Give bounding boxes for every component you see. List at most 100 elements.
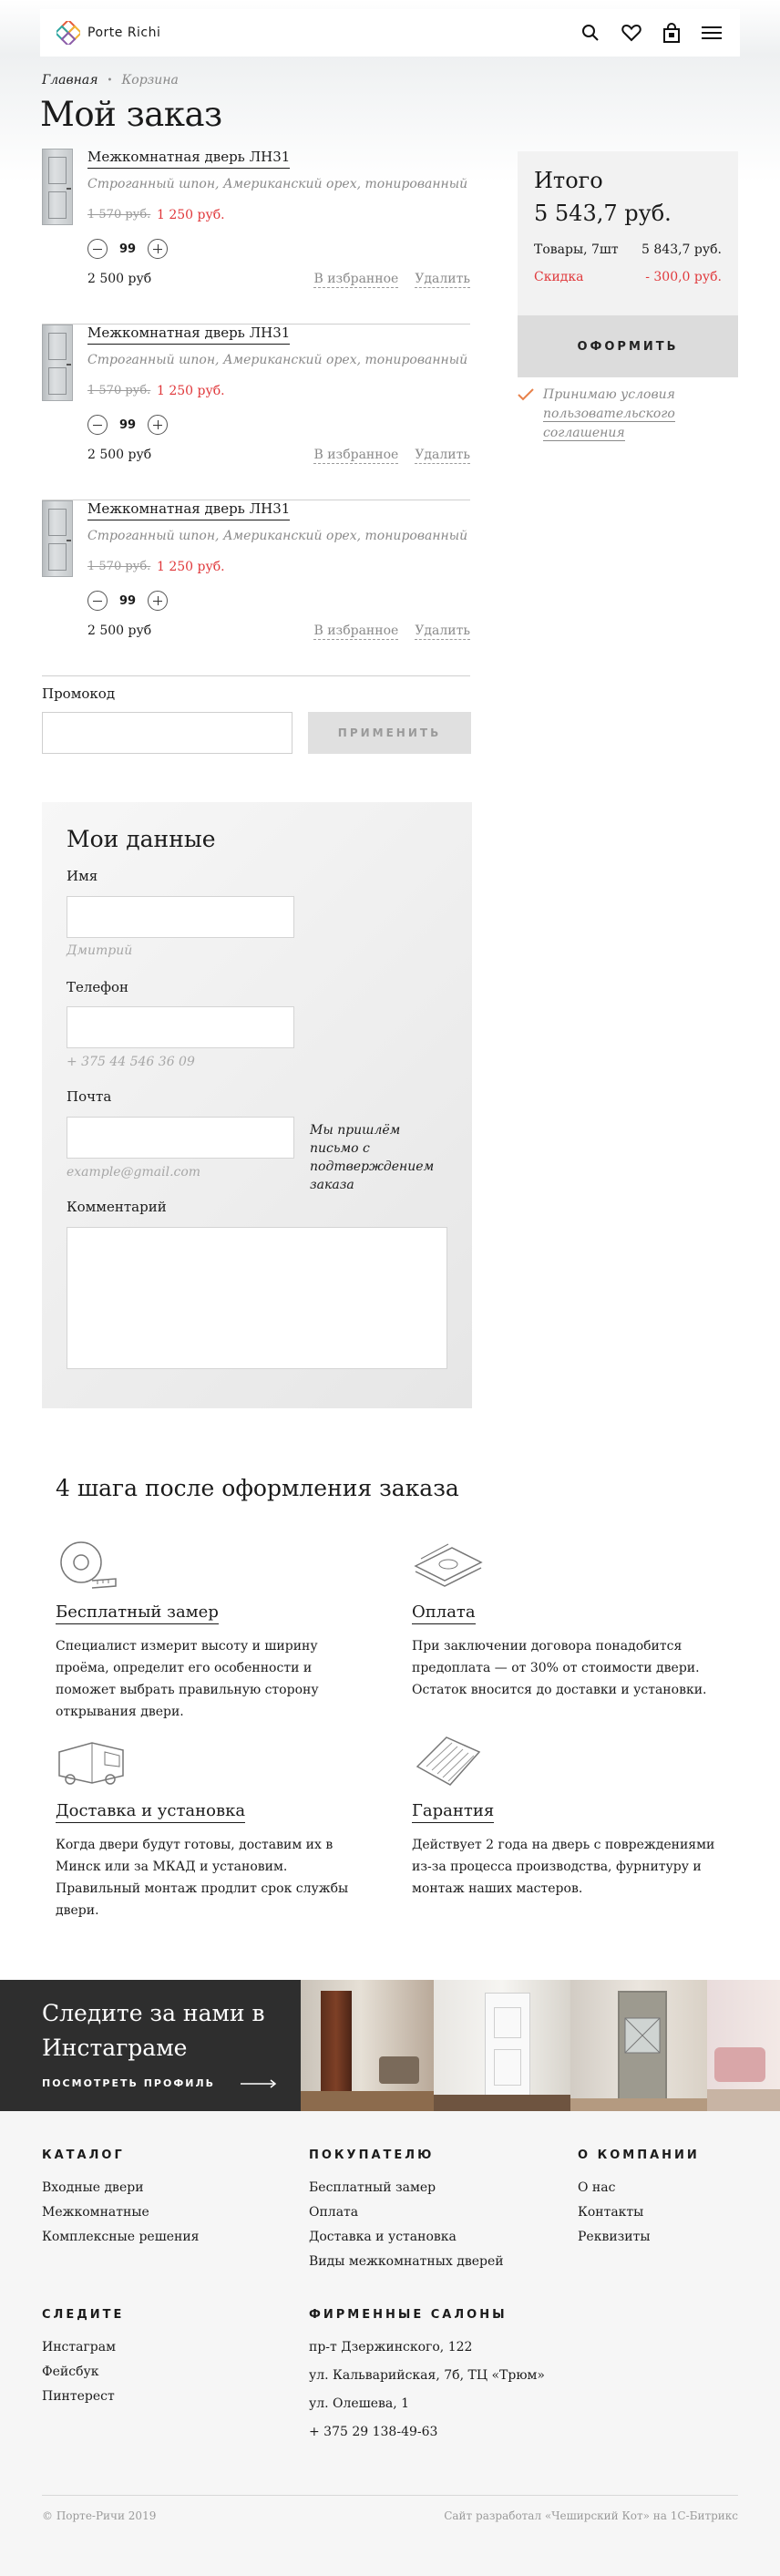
page-title: Мой заказ xyxy=(40,95,222,134)
checkmark-icon[interactable] xyxy=(518,388,534,401)
instagram-title: Следите за нами в Инстаграме xyxy=(42,2000,265,2061)
instagram-photo[interactable] xyxy=(707,1980,780,2111)
step-text: Когда двери будут готовы, доставим их в … xyxy=(56,1838,349,1918)
increase-button[interactable] xyxy=(148,591,168,611)
remove-link[interactable]: Удалить xyxy=(415,272,470,288)
copyright: © Порте-Ричи 2019 xyxy=(42,2509,157,2522)
discount-value: - 300,0 руб. xyxy=(645,270,722,284)
footer-link[interactable]: Реквизиты xyxy=(578,2230,700,2254)
item-old-price: 1 570 руб. xyxy=(87,560,151,573)
instagram-photo[interactable] xyxy=(301,1980,434,2111)
email-label: Почта xyxy=(67,1088,112,1105)
footer-link[interactable]: Виды межкомнатных дверей xyxy=(309,2254,504,2279)
quantity-value[interactable]: 99 xyxy=(115,242,140,256)
footer-divider xyxy=(42,2495,738,2496)
summary-goods-row: Товары, 7шт 5 843,7 руб. xyxy=(534,242,722,257)
decrease-button[interactable] xyxy=(87,415,108,435)
name-label: Имя xyxy=(67,868,98,884)
phone-field[interactable] xyxy=(67,1006,294,1048)
door-thumbnail[interactable] xyxy=(42,500,73,577)
footer-heading: СЛЕДИТЕ xyxy=(42,2308,125,2322)
footer-link[interactable]: Контакты xyxy=(578,2205,700,2230)
comment-field[interactable] xyxy=(67,1227,447,1369)
footer-link[interactable]: Фейсбук xyxy=(42,2365,124,2389)
footer-catalog: КАТАЛОГ Входные двери Межкомнатные Компл… xyxy=(42,2148,200,2254)
apply-promo-button[interactable]: ПРИМЕНИТЬ xyxy=(308,712,471,754)
footer-link[interactable]: пр-т Дзержинского, 122 xyxy=(309,2340,545,2368)
email-field[interactable] xyxy=(67,1117,294,1159)
footer-link[interactable]: Доставка и установка xyxy=(309,2230,504,2254)
breadcrumb-home[interactable]: Главная xyxy=(42,73,98,88)
truck-icon xyxy=(56,1734,375,1790)
decrease-button[interactable] xyxy=(87,591,108,611)
door-thumbnail[interactable] xyxy=(42,325,73,401)
promo-label: Промокод xyxy=(42,685,116,702)
footer-salons: ФИРМЕННЫЕ САЛОНЫ пр-т Дзержинского, 122 … xyxy=(309,2308,545,2453)
instagram-box: Следите за нами в Инстаграме ПОСМОТРЕТЬ … xyxy=(0,1980,301,2111)
goods-value: 5 843,7 руб. xyxy=(641,242,722,257)
footer-link[interactable]: Бесплатный замер xyxy=(309,2180,504,2205)
email-hint: example@gmail.com xyxy=(67,1165,201,1180)
top-bar: Porte Richi xyxy=(40,9,740,57)
warranty-icon xyxy=(412,1734,731,1790)
instagram-photo[interactable] xyxy=(434,1980,570,2111)
footer-link[interactable]: Межкомнатные xyxy=(42,2205,200,2230)
name-field[interactable] xyxy=(67,896,294,938)
bag-icon[interactable] xyxy=(663,23,680,43)
footer-buyer: ПОКУПАТЕЛЮ Бесплатный замер Оплата Доста… xyxy=(309,2148,504,2279)
item-name[interactable]: Межкомнатная дверь ЛН31 xyxy=(87,500,291,520)
remove-link[interactable]: Удалить xyxy=(415,623,470,640)
decrease-button[interactable] xyxy=(87,239,108,259)
step-delivery: Доставка и установка Когда двери будут г… xyxy=(56,1734,375,1922)
order-summary: Итого 5 543,7 руб. Товары, 7шт 5 843,7 р… xyxy=(518,151,738,377)
agreement-link[interactable]: пользовательского соглашения xyxy=(543,407,675,441)
summary-discount-row: Скидка - 300,0 руб. xyxy=(534,270,722,284)
step-title: Оплата xyxy=(412,1602,476,1624)
quantity-value[interactable]: 99 xyxy=(115,594,140,608)
agreement-checkbox[interactable]: Принимаю условия пользовательского согла… xyxy=(518,386,745,443)
item-description: Строганный шпон, Американский орех, тони… xyxy=(87,177,468,191)
step-measure: Бесплатный замер Специалист измерит высо… xyxy=(56,1535,375,1723)
instagram-link-label: ПОСМОТРЕТЬ ПРОФИЛЬ xyxy=(42,2077,215,2089)
checkout-button[interactable]: ОФОРМИТЬ xyxy=(518,315,738,377)
footer-link[interactable]: ул. Кальварийская, 7б, ТЦ «Трюм» xyxy=(309,2368,545,2396)
increase-button[interactable] xyxy=(148,239,168,259)
heart-icon[interactable] xyxy=(621,24,641,42)
footer-link[interactable]: Комплексные решения xyxy=(42,2230,200,2254)
steps-title: 4 шага после оформления заказа xyxy=(56,1475,459,1501)
promo-input[interactable] xyxy=(42,712,292,754)
add-to-favorites-link[interactable]: В избранное xyxy=(313,448,399,464)
item-sum: 2 500 руб xyxy=(87,272,152,286)
footer-link[interactable]: Пинтерест xyxy=(42,2389,124,2414)
remove-link[interactable]: Удалить xyxy=(415,448,470,464)
item-old-price: 1 570 руб. xyxy=(87,208,151,222)
breadcrumb-separator: • xyxy=(107,75,113,86)
instagram-photo[interactable] xyxy=(570,1980,707,2111)
breadcrumb: Главная • Корзина xyxy=(42,73,179,88)
item-price: 1 250 руб. xyxy=(157,208,225,222)
door-thumbnail[interactable] xyxy=(42,149,73,225)
item-name[interactable]: Межкомнатная дверь ЛН31 xyxy=(87,325,291,345)
instagram-banner: Следите за нами в Инстаграме ПОСМОТРЕТЬ … xyxy=(0,1980,780,2111)
add-to-favorites-link[interactable]: В избранное xyxy=(313,272,399,288)
footer-link[interactable]: О нас xyxy=(578,2180,700,2205)
menu-icon[interactable] xyxy=(702,26,722,40)
footer-link[interactable]: Инстаграм xyxy=(42,2340,124,2365)
increase-button[interactable] xyxy=(148,415,168,435)
footer-company: О КОМПАНИИ О нас Контакты Реквизиты xyxy=(578,2148,700,2254)
footer-link[interactable]: Оплата xyxy=(309,2205,504,2230)
item-old-price: 1 570 руб. xyxy=(87,384,151,397)
instagram-profile-link[interactable]: ПОСМОТРЕТЬ ПРОФИЛЬ xyxy=(42,2077,277,2089)
logo[interactable]: Porte Richi xyxy=(56,21,160,45)
developer-credit[interactable]: Сайт разработал «Чеширский Кот» на 1С-Би… xyxy=(444,2509,738,2522)
footer-phone[interactable]: + 375 29 138-49-63 xyxy=(309,2425,545,2453)
footer-heading: ФИРМЕННЫЕ САЛОНЫ xyxy=(309,2308,508,2322)
add-to-favorites-link[interactable]: В избранное xyxy=(313,623,399,640)
footer-link[interactable]: ул. Олешева, 1 xyxy=(309,2396,545,2425)
search-icon[interactable] xyxy=(581,24,600,42)
footer-link[interactable]: Входные двери xyxy=(42,2180,200,2205)
tape-measure-icon xyxy=(56,1535,375,1592)
quantity-value[interactable]: 99 xyxy=(115,418,140,432)
item-name[interactable]: Межкомнатная дверь ЛН31 xyxy=(87,149,291,169)
comment-label: Комментарий xyxy=(67,1199,167,1215)
